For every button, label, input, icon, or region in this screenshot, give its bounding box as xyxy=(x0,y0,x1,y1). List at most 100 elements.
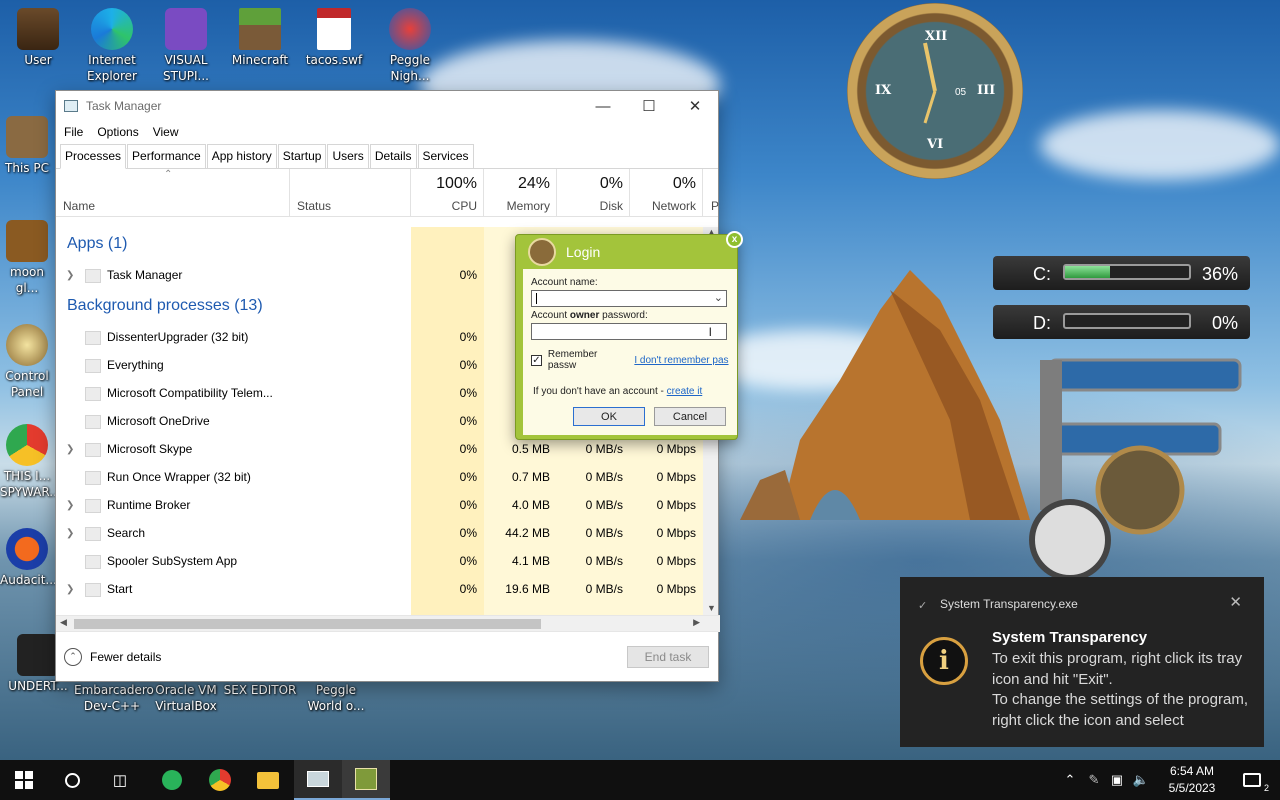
login-dialog[interactable]: Login x Account name: ⌄ Account owner pa… xyxy=(515,231,743,440)
memory-cell: 19.6 MB xyxy=(505,582,550,596)
clock-date: 5/5/2023 xyxy=(1168,781,1216,795)
desktop-icon-peggle-world[interactable]: Peggle World o... xyxy=(298,682,374,714)
expand-chevron-icon[interactable]: ❯ xyxy=(66,444,74,455)
desktop-icon-audacity[interactable]: Audacit... xyxy=(0,528,57,588)
process-row[interactable]: ❯ Start 0% 19.6 MB 0 MB/s 0 Mbps xyxy=(56,575,705,603)
desktop-icon-minecraft[interactable]: Minecraft xyxy=(222,8,298,68)
forgot-password-link[interactable]: I don't remember pas xyxy=(634,355,729,366)
owner-avatar-icon xyxy=(528,238,556,266)
expand-chevron-icon[interactable]: ❯ xyxy=(66,528,74,539)
create-account-link[interactable]: create it xyxy=(667,386,703,397)
notification-close-icon[interactable]: ✕ xyxy=(1229,593,1242,611)
tab-users[interactable]: Users xyxy=(327,144,369,168)
process-row[interactable]: ❯ Search 0% 44.2 MB 0 MB/s 0 Mbps xyxy=(56,519,705,547)
scroll-down-icon[interactable]: ▼ xyxy=(707,603,716,613)
taskbar-app-task-manager[interactable] xyxy=(294,760,342,800)
start-button[interactable] xyxy=(0,760,48,800)
login-close-button[interactable]: x xyxy=(726,231,743,248)
taskbar-app-owner-login[interactable] xyxy=(342,760,390,800)
taskbar-app-chrome[interactable] xyxy=(196,760,244,800)
desktop-icon-visual-studio[interactable]: VISUAL STUPI... xyxy=(148,8,224,84)
desktop-icon-dev-cpp[interactable]: Embarcadero Dev-C++ xyxy=(74,682,154,714)
remember-checkbox[interactable]: ✓ xyxy=(531,354,542,366)
desktop-icon-chrome[interactable]: THIS I... SPYWAR... xyxy=(0,424,61,500)
login-title-bar[interactable]: Login xyxy=(516,235,737,269)
desktop-icon-this-pc[interactable]: This PC xyxy=(0,116,54,176)
account-name-label: Account name: xyxy=(531,277,598,288)
menu-options[interactable]: Options xyxy=(97,125,138,139)
column-power[interactable]: P xyxy=(703,169,720,217)
tab-performance[interactable]: Performance xyxy=(127,144,206,168)
notification-toast[interactable]: ✓ System Transparency.exe ✕ i System Tra… xyxy=(900,577,1264,747)
steampunk-clock-gadget[interactable]: XII III VI IX 05 xyxy=(847,3,1023,179)
scroll-right-icon[interactable]: ▶ xyxy=(693,617,700,628)
process-icon xyxy=(85,415,101,429)
drive-meter-c: C: 36% xyxy=(993,256,1250,290)
desktop-icon-moon[interactable]: moon gl... xyxy=(0,220,54,296)
menu-file[interactable]: File xyxy=(64,125,83,139)
desktop-icon-user[interactable]: User xyxy=(0,8,76,68)
memory-cell: 0.7 MB xyxy=(511,470,550,484)
ibeam-cursor-icon: I xyxy=(708,325,712,339)
cancel-button[interactable]: Cancel xyxy=(654,407,726,426)
scrollbar-thumb[interactable] xyxy=(74,619,541,629)
expand-chevron-icon[interactable]: ❯ xyxy=(66,270,74,281)
process-name: Start xyxy=(85,582,132,597)
footer-bar: ⌃ Fewer details End task xyxy=(56,631,718,681)
column-cpu[interactable]: 100% CPU xyxy=(411,169,484,217)
tab-startup[interactable]: Startup xyxy=(277,144,327,168)
volume-muted-icon[interactable]: 🔈 xyxy=(1130,760,1152,800)
scroll-left-icon[interactable]: ◀ xyxy=(60,617,67,628)
process-row[interactable]: Run Once Wrapper (32 bit) 0% 0.7 MB 0 MB/s 0… xyxy=(56,463,705,491)
password-field[interactable]: I xyxy=(531,323,727,340)
tab-services[interactable]: Services xyxy=(417,144,474,168)
menu-view[interactable]: View xyxy=(153,125,179,139)
action-center-button[interactable]: 2 xyxy=(1232,760,1272,800)
taskbar-clock[interactable]: 6:54 AM 5/5/2023 xyxy=(1156,763,1228,797)
horizontal-scrollbar[interactable]: ◀ ▶ xyxy=(56,615,720,632)
ok-button[interactable]: OK xyxy=(573,407,645,426)
search-button[interactable] xyxy=(48,760,96,800)
tab-bar: Processes Performance App history Startu… xyxy=(56,143,718,169)
process-row[interactable]: Spooler SubSystem App 0% 4.1 MB 0 MB/s 0 Mbp… xyxy=(56,547,705,575)
network-icon[interactable]: ▣ xyxy=(1106,760,1128,800)
minimize-button[interactable]: — xyxy=(580,91,626,121)
network-cell: 0 Mbps xyxy=(656,470,696,484)
column-memory[interactable]: 24% Memory xyxy=(484,169,557,217)
desktop-icon-tacos-swf[interactable]: tacos.swf xyxy=(296,8,372,68)
expand-chevron-icon[interactable]: ❯ xyxy=(66,584,74,595)
column-network[interactable]: 0% Network xyxy=(630,169,703,217)
desktop-icon-peggle-nights[interactable]: Peggle Nigh... xyxy=(372,8,448,84)
memory-cell: 4.1 MB xyxy=(511,554,550,568)
tab-app-history[interactable]: App history xyxy=(206,144,277,168)
folder-icon xyxy=(257,771,279,789)
app-small-icon: ✓ xyxy=(918,600,928,612)
desktop-icon-virtualbox[interactable]: Oracle VM VirtualBox xyxy=(148,682,224,714)
expand-chevron-icon[interactable]: ❯ xyxy=(66,500,74,511)
desktop-icon-control-panel[interactable]: Control Panel xyxy=(0,324,54,400)
process-row[interactable]: ❯ Runtime Broker 0% 4.0 MB 0 MB/s 0 Mbps xyxy=(56,491,705,519)
visual-studio-icon xyxy=(165,8,207,50)
process-name: Run Once Wrapper (32 bit) xyxy=(85,470,251,485)
chevron-up-circle-icon[interactable]: ⌃ xyxy=(64,647,82,666)
end-task-button[interactable]: End task xyxy=(627,646,709,668)
column-name[interactable]: Name xyxy=(56,169,290,217)
desktop-icon-sex-editor[interactable]: SEX EDITOR xyxy=(222,682,298,698)
column-disk[interactable]: 0% Disk xyxy=(557,169,630,217)
close-button[interactable]: ✕ xyxy=(672,91,718,121)
taskbar-app-sheets[interactable] xyxy=(148,760,196,800)
tab-details[interactable]: Details xyxy=(369,144,417,168)
chrome-icon xyxy=(209,769,231,791)
show-hidden-icons[interactable]: ⌃ xyxy=(1060,760,1080,800)
account-name-combobox[interactable]: ⌄ xyxy=(531,290,727,307)
tab-processes[interactable]: Processes xyxy=(60,144,127,169)
drive-label: D: xyxy=(1033,313,1051,333)
fewer-details-link[interactable]: Fewer details xyxy=(90,650,161,664)
column-status[interactable]: Status xyxy=(290,169,411,217)
pen-icon[interactable]: ✎ xyxy=(1084,760,1104,800)
task-view-button[interactable]: ◫ xyxy=(96,760,144,800)
taskbar-app-file-explorer[interactable] xyxy=(244,760,292,800)
maximize-button[interactable]: ☐ xyxy=(626,91,672,121)
chevron-down-icon[interactable]: ⌄ xyxy=(714,291,723,304)
desktop-icon-internet-explorer[interactable]: Internet Explorer xyxy=(74,8,150,84)
